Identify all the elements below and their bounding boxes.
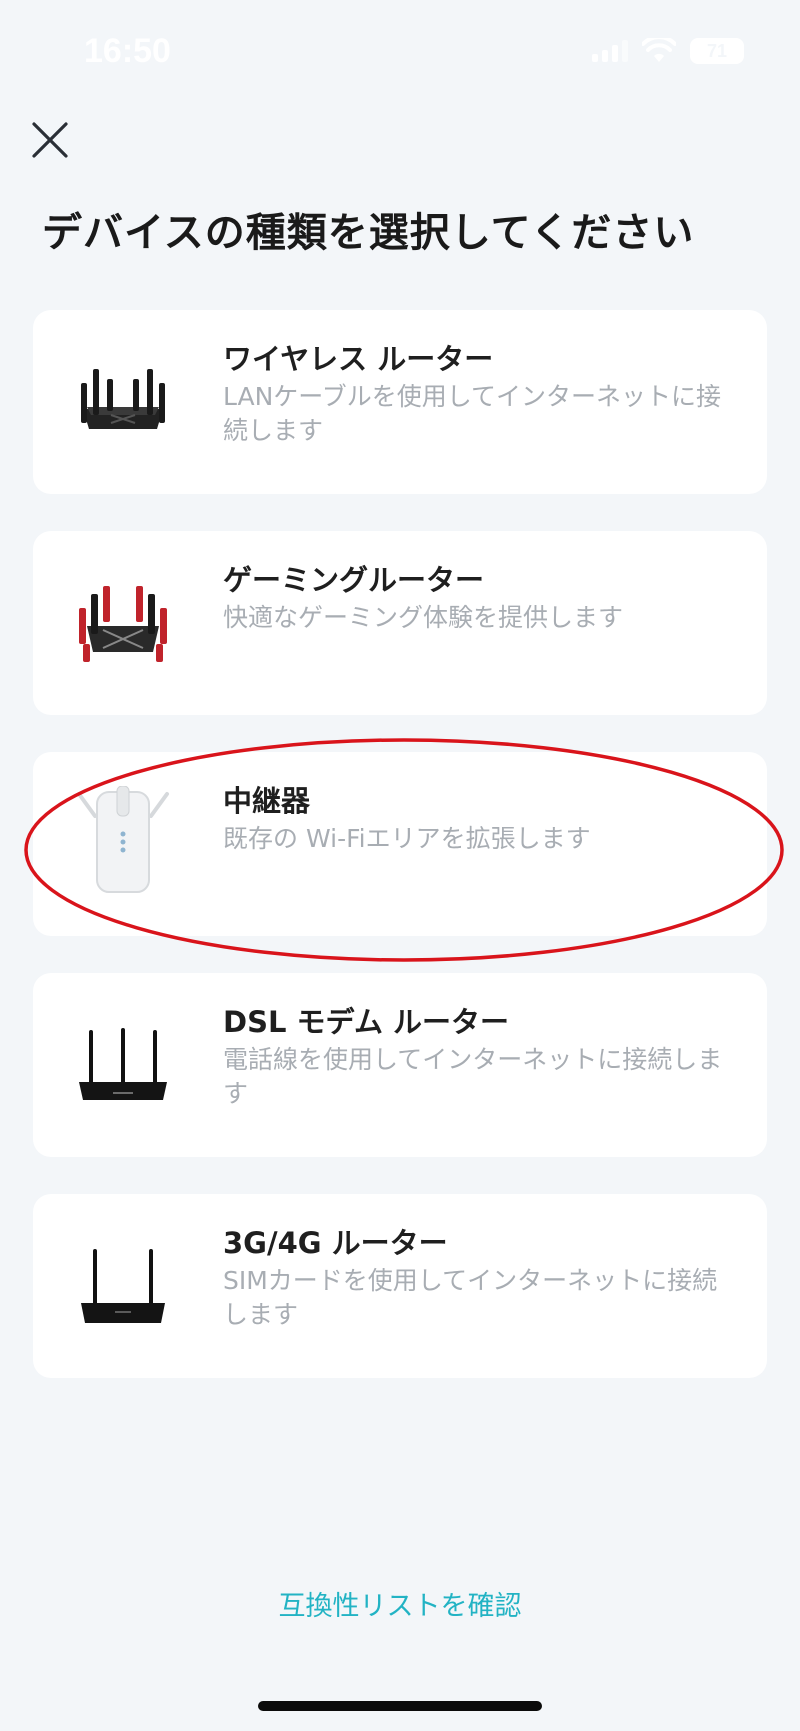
close-button[interactable] — [28, 118, 72, 162]
device-card-range-extender[interactable]: 中継器 既存の Wi-Fiエリアを拡張します — [33, 752, 767, 936]
device-description: 快適なゲーミング体験を提供します — [223, 603, 624, 632]
status-icons: 71 — [592, 38, 744, 64]
wireless-router-icon — [73, 344, 173, 460]
status-bar: 16:50 71 — [0, 0, 800, 100]
close-icon — [32, 122, 68, 158]
device-description: SIMカードを使用してインターネットに接続します — [223, 1266, 718, 1329]
gaming-router-icon — [73, 565, 173, 681]
lte-router-icon — [73, 1228, 173, 1344]
device-title: 3G/4G ルーター — [223, 1226, 448, 1260]
status-time: 16:50 — [84, 32, 171, 70]
dsl-modem-router-icon — [73, 1007, 173, 1123]
battery-icon: 71 — [690, 38, 744, 64]
device-card-lte-router[interactable]: 3G/4G ルーター SIMカードを使用してインターネットに接続します — [33, 1194, 767, 1378]
wifi-icon — [642, 38, 676, 62]
device-title: DSL モデム ルーター — [223, 1005, 510, 1039]
compatibility-list-link[interactable]: 互換性リストを確認 — [0, 1584, 800, 1623]
device-card-wireless-router[interactable]: ワイヤレス ルーター LANケーブルを使用してインターネットに接続します — [33, 310, 767, 494]
device-card-gaming-router[interactable]: ゲーミングルーター 快適なゲーミング体験を提供します — [33, 531, 767, 715]
device-description: 既存の Wi-Fiエリアを拡張します — [223, 824, 591, 853]
device-title: ゲーミングルーター — [223, 563, 485, 597]
home-indicator — [258, 1701, 542, 1711]
device-card-dsl-modem-router[interactable]: DSL モデム ルーター 電話線を使用してインターネットに接続します — [33, 973, 767, 1157]
device-description: 電話線を使用してインターネットに接続します — [223, 1045, 723, 1108]
device-title: 中継器 — [223, 784, 311, 818]
range-extender-icon — [73, 786, 173, 902]
page-title: デバイスの種類を選択してください — [42, 210, 695, 256]
device-title: ワイヤレス ルーター — [223, 342, 494, 376]
device-description: LANケーブルを使用してインターネットに接続します — [223, 382, 722, 445]
cellular-signal-icon — [592, 40, 628, 62]
